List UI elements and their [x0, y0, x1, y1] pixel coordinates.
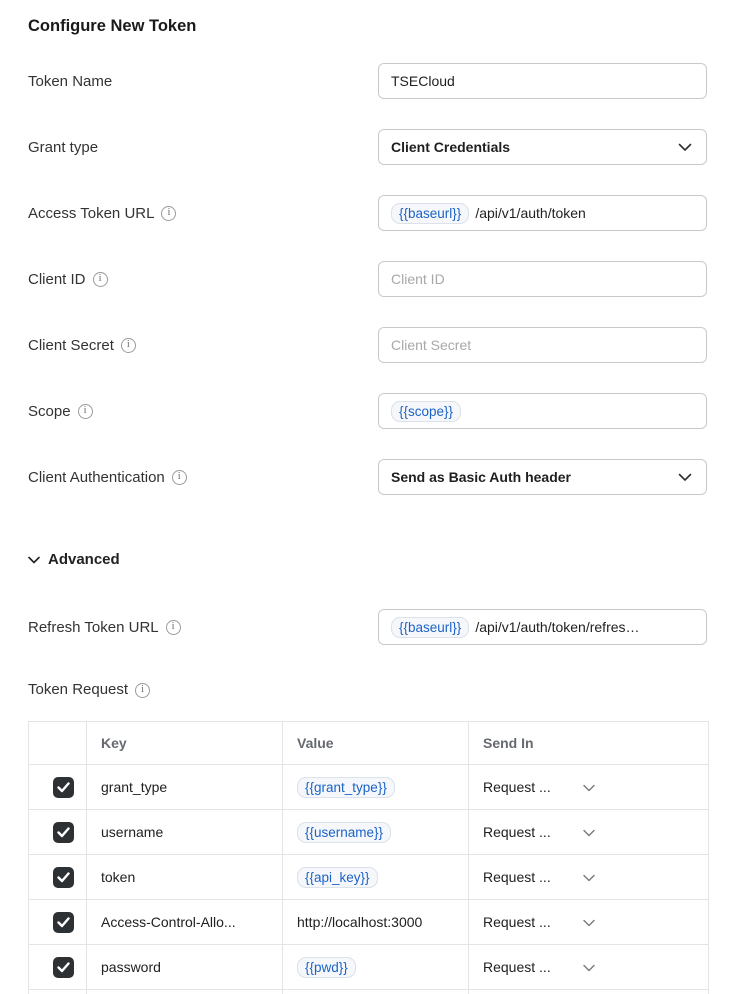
configure-token-panel: Configure New Token Token Name Grant typ…	[0, 0, 708, 994]
row-value[interactable]: http://localhost:3000	[283, 900, 469, 945]
variable-pill: {{pwd}}	[297, 957, 356, 978]
refresh-token-url-input[interactable]: {{baseurl}} /api/v1/auth/token/refres…	[378, 609, 707, 645]
variable-pill: {{username}}	[297, 822, 391, 843]
chevron-down-icon	[583, 779, 595, 795]
access-token-url-path: /api/v1/auth/token	[475, 205, 586, 221]
chevron-down-icon	[583, 914, 595, 930]
grant-type-select[interactable]: Client Credentials	[378, 129, 707, 165]
checkbox-column-header	[29, 722, 87, 765]
chevron-down-icon	[678, 469, 692, 485]
row-key[interactable]: username	[87, 810, 283, 855]
send-in-select[interactable]: Request ...	[483, 869, 694, 885]
grant-type-selected-value: Client Credentials	[391, 139, 510, 155]
send-in-select[interactable]: Request ...	[483, 914, 694, 930]
field-row-client-authentication: Client Authentication i Send as Basic Au…	[28, 459, 708, 495]
field-row-refresh-token-url: Refresh Token URL i {{baseurl}} /api/v1/…	[28, 609, 708, 645]
chevron-down-icon	[28, 551, 40, 568]
field-row-client-secret: Client Secret i	[28, 327, 708, 363]
page-title: Configure New Token	[28, 0, 708, 36]
variable-pill: {{grant_type}}	[297, 777, 395, 798]
field-row-token-name: Token Name	[28, 63, 708, 99]
row-key[interactable]: token	[87, 855, 283, 900]
row-checkbox[interactable]	[53, 822, 74, 843]
value-column-header: Value	[283, 722, 469, 765]
scope-label: Scope	[28, 403, 71, 420]
client-secret-input[interactable]	[378, 327, 707, 363]
row-value[interactable]: {{api_key}}	[283, 855, 469, 900]
variable-pill: {{baseurl}}	[391, 203, 469, 224]
info-icon[interactable]: i	[135, 683, 150, 698]
field-row-scope: Scope i {{scope}}	[28, 393, 708, 429]
field-row-grant-type: Grant type Client Credentials	[28, 129, 708, 165]
row-checkbox[interactable]	[53, 957, 74, 978]
access-token-url-input[interactable]: {{baseurl}} /api/v1/auth/token	[378, 195, 707, 231]
refresh-token-url-label: Refresh Token URL	[28, 619, 159, 636]
send-in-select[interactable]: Request ...	[483, 959, 694, 975]
token-name-input[interactable]	[378, 63, 707, 99]
info-icon[interactable]: i	[121, 338, 136, 353]
field-row-access-token-url: Access Token URL i {{baseurl}} /api/v1/a…	[28, 195, 708, 231]
row-value[interactable]: {{pwd}}	[283, 945, 469, 990]
client-secret-label: Client Secret	[28, 337, 114, 354]
token-name-label: Token Name	[28, 73, 378, 90]
send-in-select[interactable]: Request ...	[483, 779, 694, 795]
client-authentication-selected-value: Send as Basic Auth header	[391, 469, 571, 485]
send-in-select[interactable]: Request ...	[483, 824, 694, 840]
token-request-table: Key Value Send In grant_type {{grant_typ…	[28, 721, 709, 994]
row-key[interactable]: Access-Control-Allo...	[87, 900, 283, 945]
row-checkbox[interactable]	[53, 912, 74, 933]
info-icon[interactable]: i	[172, 470, 187, 485]
table-row-partial	[29, 990, 709, 994]
token-request-label: Token Request	[28, 681, 128, 698]
row-key[interactable]: grant_type	[87, 765, 283, 810]
chevron-down-icon	[678, 139, 692, 155]
chevron-down-icon	[583, 824, 595, 840]
token-request-label-row: Token Request i	[28, 681, 708, 698]
client-id-label: Client ID	[28, 271, 86, 288]
table-row: grant_type {{grant_type}} Request ...	[29, 765, 709, 810]
row-value[interactable]: {{username}}	[283, 810, 469, 855]
client-authentication-select[interactable]: Send as Basic Auth header	[378, 459, 707, 495]
scope-input[interactable]: {{scope}}	[378, 393, 707, 429]
variable-pill: {{baseurl}}	[391, 617, 469, 638]
field-row-client-id: Client ID i	[28, 261, 708, 297]
refresh-token-url-path: /api/v1/auth/token/refres…	[475, 619, 639, 635]
row-value[interactable]: {{grant_type}}	[283, 765, 469, 810]
chevron-down-icon	[583, 959, 595, 975]
advanced-section-toggle[interactable]: Advanced	[28, 551, 120, 568]
table-row: Access-Control-Allo... http://localhost:…	[29, 900, 709, 945]
info-icon[interactable]: i	[161, 206, 176, 221]
info-icon[interactable]: i	[93, 272, 108, 287]
grant-type-label: Grant type	[28, 139, 378, 156]
variable-pill: {{scope}}	[391, 401, 461, 422]
info-icon[interactable]: i	[78, 404, 93, 419]
info-icon[interactable]: i	[166, 620, 181, 635]
table-row: username {{username}} Request ...	[29, 810, 709, 855]
access-token-url-label: Access Token URL	[28, 205, 154, 222]
variable-pill: {{api_key}}	[297, 867, 378, 888]
table-row: password {{pwd}} Request ...	[29, 945, 709, 990]
table-row: token {{api_key}} Request ...	[29, 855, 709, 900]
row-checkbox[interactable]	[53, 867, 74, 888]
row-key[interactable]: password	[87, 945, 283, 990]
advanced-section-label: Advanced	[48, 551, 120, 568]
row-checkbox[interactable]	[53, 777, 74, 798]
key-column-header: Key	[87, 722, 283, 765]
client-id-input[interactable]	[378, 261, 707, 297]
send-in-column-header: Send In	[469, 722, 709, 765]
table-header-row: Key Value Send In	[29, 722, 709, 765]
client-authentication-label: Client Authentication	[28, 469, 165, 486]
chevron-down-icon	[583, 869, 595, 885]
